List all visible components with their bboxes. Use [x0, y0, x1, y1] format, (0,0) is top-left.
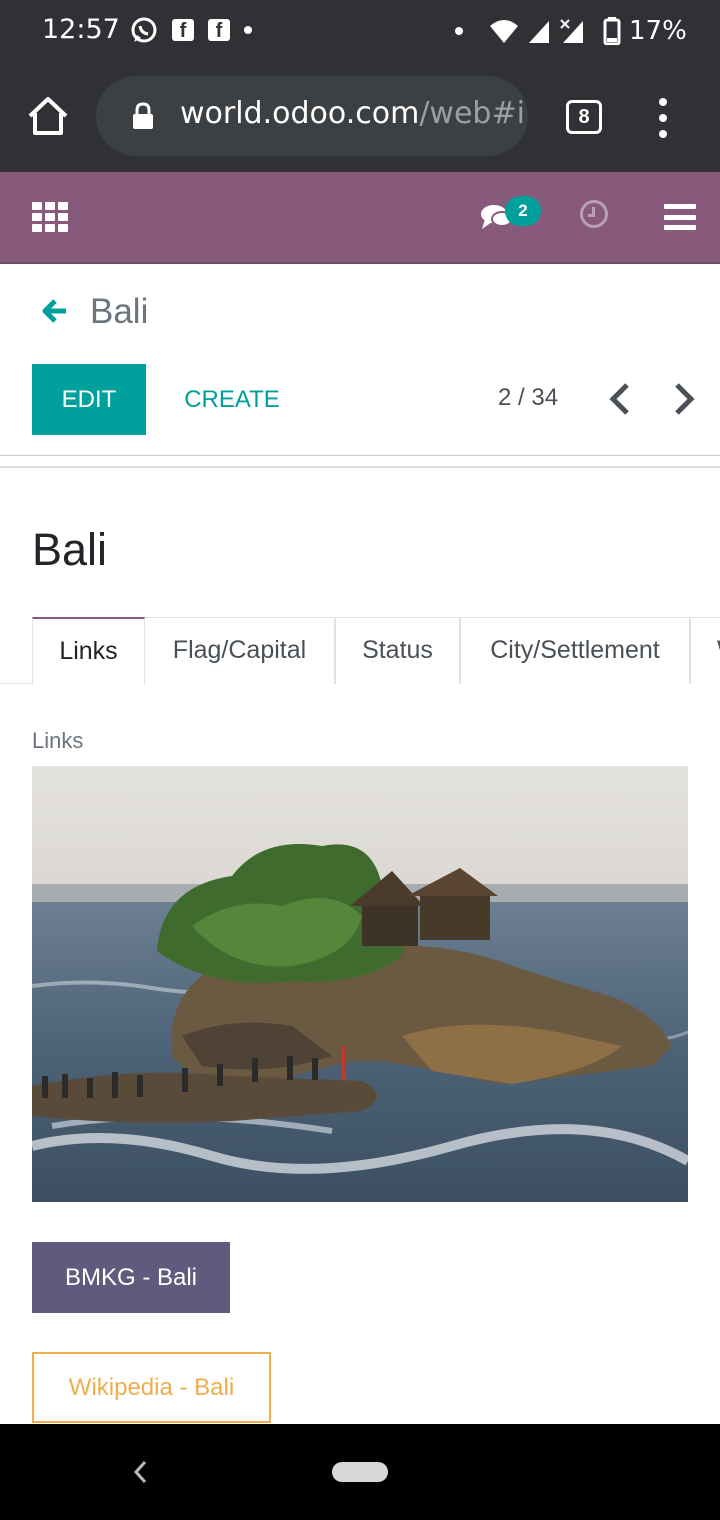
- tab-status[interactable]: Status: [335, 617, 460, 684]
- browser-menu-icon[interactable]: [656, 98, 670, 138]
- lock-icon: [133, 102, 153, 129]
- bmkg-link-button[interactable]: BMKG - Bali: [32, 1242, 230, 1313]
- url-host: world.odoo.com: [180, 96, 420, 131]
- back-arrow-icon[interactable]: [42, 298, 68, 324]
- dot-icon: [455, 27, 463, 35]
- chevron-right-icon[interactable]: [670, 382, 698, 416]
- section-label: Links: [32, 728, 84, 753]
- breadcrumb[interactable]: Bali: [90, 292, 148, 332]
- system-icons: 17%: [455, 16, 687, 46]
- create-button[interactable]: CREATE: [172, 364, 292, 435]
- hamburger-menu-icon[interactable]: [664, 204, 696, 230]
- apps-menu-icon[interactable]: [32, 202, 68, 232]
- notebook-tabs: Links Flag/Capital Status City/Settlemen…: [0, 617, 720, 685]
- signal-icon: [529, 21, 549, 43]
- activity-clock-icon[interactable]: [580, 200, 608, 228]
- status-bar: 12:57 f f 17%: [0, 0, 720, 62]
- edit-button[interactable]: EDIT: [32, 364, 146, 435]
- address-bar[interactable]: world.odoo.com/web#i: [96, 76, 528, 156]
- facebook-icon: f: [172, 19, 194, 42]
- control-panel: Bali EDIT CREATE 2 / 34: [0, 264, 720, 456]
- odoo-navbar: [0, 172, 720, 264]
- system-navigation-bar: [0, 1424, 720, 1520]
- tab-more[interactable]: W: [690, 617, 720, 684]
- record-title: Bali: [32, 524, 108, 575]
- url-text: world.odoo.com/web#i: [180, 96, 525, 131]
- wifi-icon: [490, 20, 518, 43]
- signal-x-icon: [560, 19, 583, 43]
- status-time: 12:57: [42, 14, 120, 45]
- notification-icons: f f: [130, 16, 252, 44]
- browser-toolbar: world.odoo.com/web#i 8: [0, 62, 720, 172]
- wikipedia-link-button[interactable]: Wikipedia - Bali: [32, 1352, 271, 1423]
- temple-photo: [32, 766, 688, 1202]
- home-pill-icon[interactable]: [332, 1462, 388, 1482]
- tab-city-settlement[interactable]: City/Settlement: [460, 617, 690, 684]
- dot-icon: [244, 26, 252, 34]
- facebook-icon: f: [208, 19, 230, 42]
- back-icon[interactable]: [130, 1458, 150, 1486]
- url-path: /web#i: [419, 96, 525, 131]
- messages-count-badge: 2: [505, 196, 541, 226]
- divider: [0, 466, 720, 468]
- chevron-left-icon[interactable]: [606, 382, 634, 416]
- tab-switcher-button[interactable]: 8: [566, 100, 602, 134]
- whatsapp-icon: [131, 17, 157, 43]
- pager-value[interactable]: 2 / 34: [498, 384, 558, 412]
- tab-flag-capital[interactable]: Flag/Capital: [144, 617, 335, 684]
- battery-icon: [603, 17, 621, 45]
- tab-links[interactable]: Links: [32, 617, 145, 685]
- home-icon[interactable]: [26, 96, 70, 136]
- battery-percent: 17%: [629, 16, 687, 46]
